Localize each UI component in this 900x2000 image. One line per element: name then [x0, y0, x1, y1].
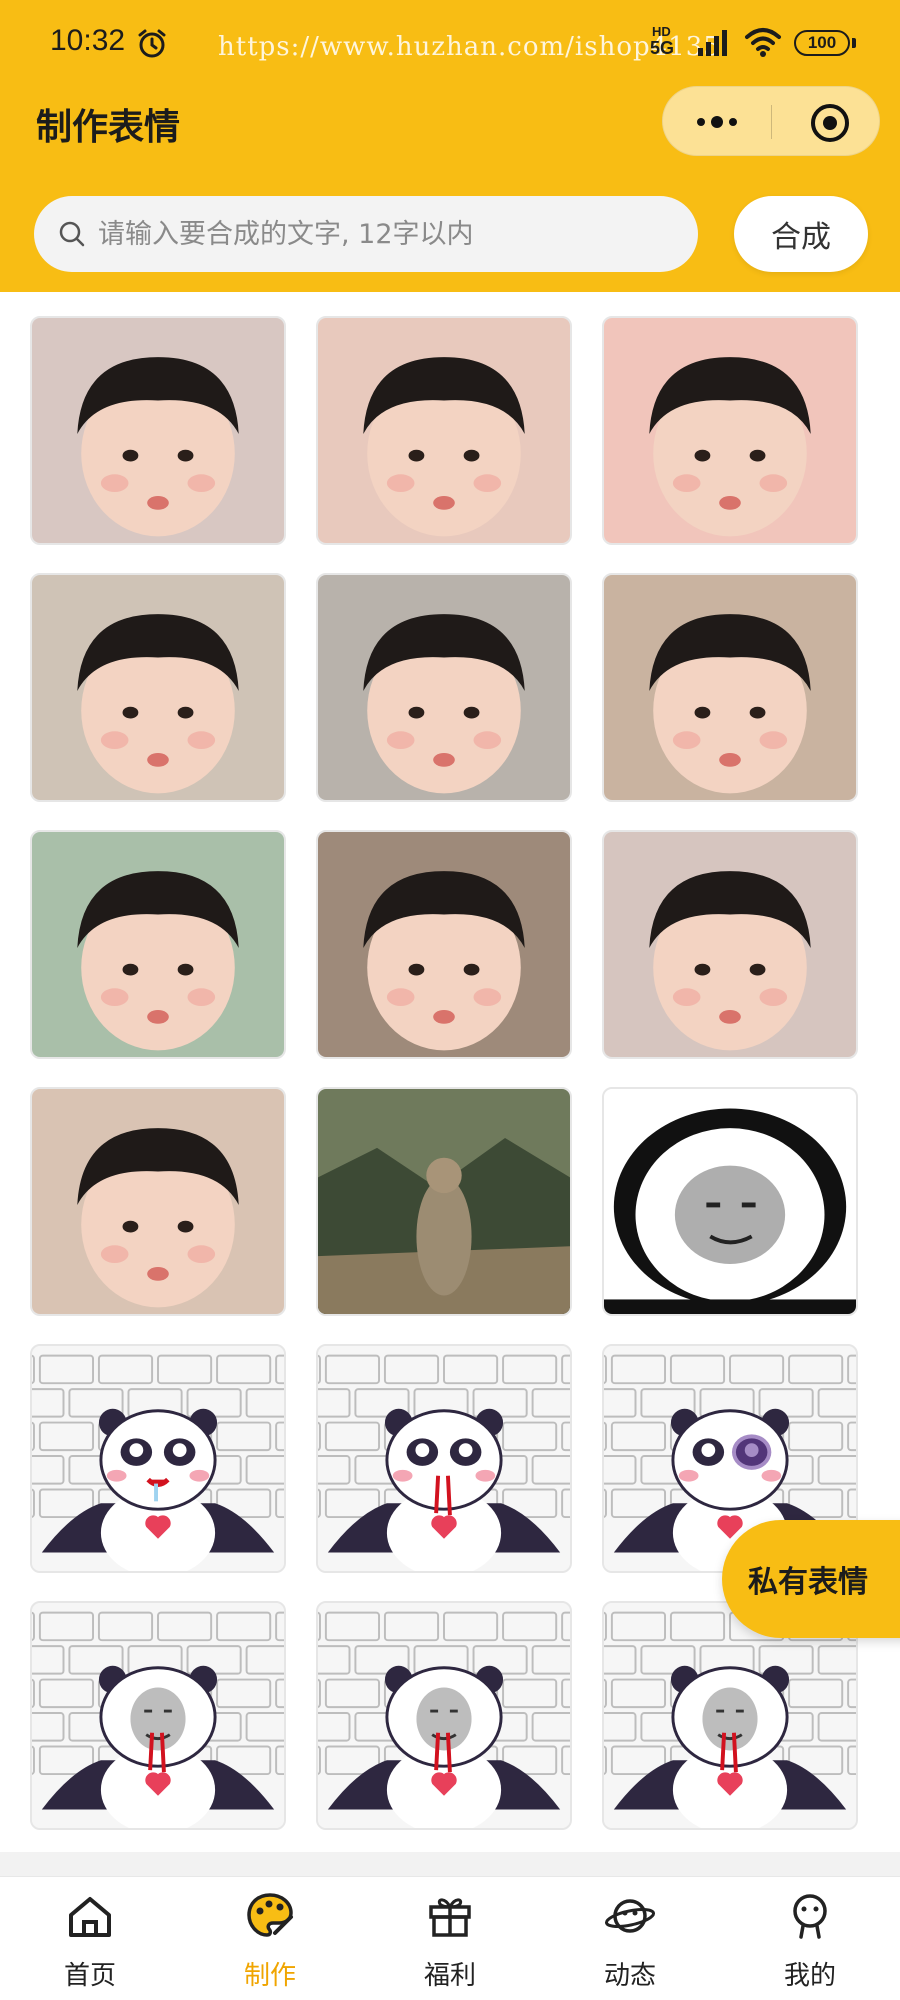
sticker-image	[318, 318, 570, 543]
battery-indicator: 100	[794, 30, 850, 56]
sticker-tile-toddler-lying[interactable]	[316, 316, 572, 545]
sticker-image	[32, 1346, 284, 1571]
home-icon	[69, 1897, 111, 1937]
watermark-url: https://www.huzhan.com/ishop4135	[218, 32, 721, 62]
sticker-tile-panda-drool[interactable]	[30, 1344, 286, 1573]
tab-label-welfare: 福利	[423, 1961, 476, 1991]
sticker-image	[32, 318, 284, 543]
header-bar: 10:32 https://www.huzhan.com/ishop4135 H…	[0, 0, 900, 292]
profile-icon	[793, 1894, 827, 1939]
sticker-image	[32, 1089, 284, 1314]
sticker-image	[32, 575, 284, 800]
sticker-image	[604, 318, 856, 543]
sticker-tile-toddler-sleepy-red[interactable]	[316, 830, 572, 1059]
tab-label-make: 制作	[243, 1961, 296, 1991]
compose-button[interactable]: 合成	[734, 196, 868, 272]
private-stickers-button[interactable]: 私有表情	[722, 1520, 900, 1638]
sticker-image	[32, 832, 284, 1057]
sticker-tile-panda-face-bleed[interactable]	[30, 1601, 286, 1830]
tab-label-home: 首页	[63, 1961, 116, 1991]
sticker-tile-toddler-red-shirt[interactable]	[602, 573, 858, 802]
sticker-image	[604, 1089, 856, 1314]
sticker-image	[318, 1089, 570, 1314]
tab-make[interactable]: 制作	[180, 1877, 360, 2000]
sticker-image	[318, 1346, 570, 1571]
bottom-tabbar: 首页 制作 福利 动态 我的	[0, 1876, 900, 2000]
sticker-tile-toddler-finger-face[interactable]	[602, 830, 858, 1059]
palette-icon	[247, 1893, 293, 1937]
sticker-tile-toddler-pigtails-surprised[interactable]	[316, 573, 572, 802]
status-bar: 10:32 https://www.huzhan.com/ishop4135 H…	[0, 0, 900, 90]
sticker-image	[604, 832, 856, 1057]
sticker-image	[32, 1603, 284, 1828]
search-icon	[59, 221, 85, 247]
sticker-tile-panda-face-smile[interactable]	[316, 1601, 572, 1830]
text-input[interactable]	[98, 196, 678, 272]
planet-icon	[604, 1899, 656, 1933]
battery-level: 100	[807, 33, 837, 52]
hd-badge: HD	[652, 24, 671, 39]
signal-icon	[698, 30, 727, 56]
tab-home[interactable]: 首页	[0, 1877, 180, 2000]
tab-welfare[interactable]: 福利	[360, 1877, 540, 2000]
status-time: 10:32	[50, 24, 126, 57]
gift-icon	[429, 1898, 471, 1937]
sticker-tile-toddler-v-sign[interactable]	[30, 316, 286, 545]
network-type: 5G	[650, 38, 675, 58]
bottom-spacer	[0, 1852, 900, 1876]
tab-label-feed: 动态	[603, 1961, 656, 1991]
tab-label-mine: 我的	[783, 1961, 836, 1991]
sticker-tile-marmot-mountain[interactable]	[316, 1087, 572, 1316]
sticker-image	[318, 832, 570, 1057]
alarm-clock-icon	[138, 29, 166, 58]
tab-feed[interactable]: 动态	[540, 1877, 720, 2000]
sticker-tile-panda-angry-face[interactable]	[602, 1087, 858, 1316]
battery-tip	[852, 38, 856, 48]
capsule-divider	[771, 105, 772, 139]
sticker-tile-toddler-profile[interactable]	[30, 830, 286, 1059]
wifi-icon	[745, 28, 781, 57]
tab-mine[interactable]: 我的	[720, 1877, 900, 2000]
sticker-tile-toddler-pout-closeup[interactable]	[602, 316, 858, 545]
search-box	[34, 196, 698, 272]
target-circle-icon[interactable]	[811, 104, 849, 142]
miniprogram-capsule	[662, 86, 880, 156]
sticker-image	[604, 575, 856, 800]
page-title: 制作表情	[36, 107, 181, 148]
sticker-tile-panda-nosebleed[interactable]	[316, 1344, 572, 1573]
sticker-tile-toddler-mint-shirt[interactable]	[30, 573, 286, 802]
sticker-tile-toddler-curly-pout[interactable]	[30, 1087, 286, 1316]
sticker-image	[318, 575, 570, 800]
more-dots-icon[interactable]	[663, 87, 771, 157]
sticker-image	[318, 1603, 570, 1828]
